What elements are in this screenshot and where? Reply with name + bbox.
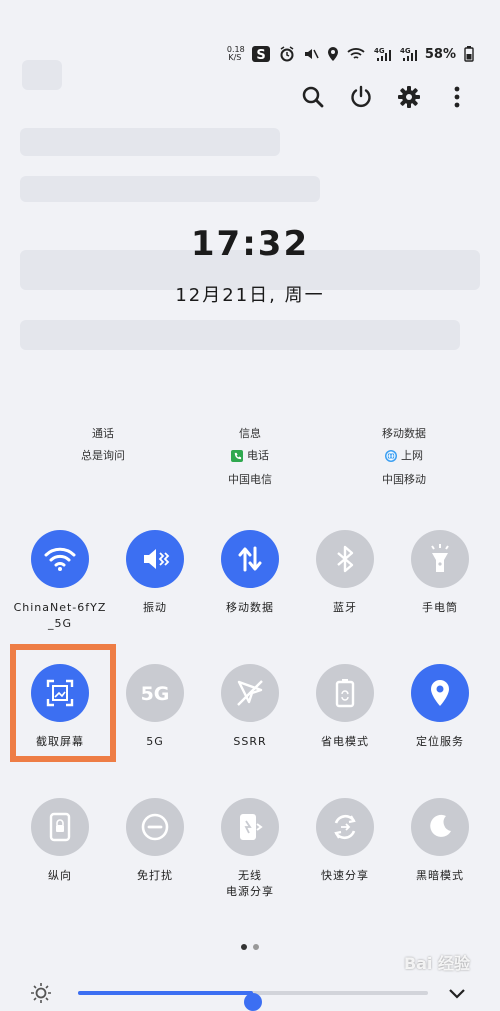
power-button[interactable] <box>348 84 374 110</box>
tile-battery-saver[interactable]: 省电模式 <box>297 664 393 750</box>
tile-ssrr[interactable]: SSRR <box>202 664 298 750</box>
globe-icon <box>385 450 397 462</box>
ssrr-icon <box>237 680 263 706</box>
tile-label: 无线 电源分享 <box>226 869 274 898</box>
tile-location[interactable]: 定位服务 <box>392 664 488 750</box>
tile-label: 移动数据 <box>226 601 274 614</box>
tile-label: 快速分享 <box>321 869 369 882</box>
tile-mobile-data[interactable]: 移动数据 <box>202 530 298 616</box>
bluetooth-toggle[interactable] <box>316 530 374 588</box>
clock-time: 17:32 <box>190 224 310 264</box>
dark-mode-toggle[interactable] <box>411 798 469 856</box>
highlight-frame <box>10 644 116 762</box>
tile-dnd[interactable]: 免打扰 <box>107 798 203 884</box>
tile-vibrate[interactable]: 振动 <box>107 530 203 616</box>
svg-text:5G: 5G <box>141 683 170 705</box>
tile-wifi[interactable]: ChinaNet-6fYZ_5G <box>12 530 108 632</box>
settings-button[interactable] <box>396 84 422 110</box>
mute-icon <box>303 46 319 62</box>
search-button[interactable] <box>300 84 326 110</box>
mobile-data-sim-info[interactable]: 移动数据 上网 中国移动 <box>334 423 474 491</box>
wifi-icon <box>347 47 365 61</box>
status-bar: 0.18 K/S S 4G 4G 58% <box>227 42 474 66</box>
brightness-slider[interactable] <box>78 991 428 1011</box>
brightness-control <box>28 982 478 1011</box>
more-vertical-icon <box>454 86 460 108</box>
location-toggle[interactable] <box>411 664 469 722</box>
clock-date: 12月21日, 周一 <box>175 285 325 306</box>
data-arrows-icon <box>238 546 262 572</box>
phone-icon <box>231 450 243 462</box>
flashlight-toggle[interactable] <box>411 530 469 588</box>
tile-dark-mode[interactable]: 黑暗模式 <box>392 798 488 884</box>
5g-icon: 5G <box>141 683 170 705</box>
messages-sim-info[interactable]: 信息 电话 中国电信 <box>180 423 320 491</box>
tile-label: 纵向 <box>48 869 72 882</box>
tile-label: ChinaNet-6fYZ_5G <box>13 601 107 630</box>
wifi-icon <box>44 547 76 571</box>
battery-saver-toggle[interactable] <box>316 664 374 722</box>
flashlight-icon <box>431 544 449 572</box>
vibrate-icon <box>144 549 170 569</box>
ssrr-toggle[interactable] <box>221 664 279 722</box>
svg-text:S: S <box>256 48 265 63</box>
sim-info: 通话 总是询问 信息 电话 中国电信 移动数据 上网 中国移动 <box>0 423 500 493</box>
app-s-icon: S <box>251 45 271 63</box>
portrait-lock-icon <box>49 812 71 842</box>
tile-quick-share[interactable]: 快速分享 <box>297 798 393 884</box>
dnd-icon <box>141 813 169 841</box>
power-icon <box>351 85 371 108</box>
tile-label: 省电模式 <box>321 735 369 748</box>
page-dot[interactable] <box>241 944 247 950</box>
tile-label: 定位服务 <box>416 735 464 748</box>
call-sim-info[interactable]: 通话 总是询问 <box>33 423 173 467</box>
wifi-toggle[interactable] <box>31 530 89 588</box>
watermark: Bai 经验 <box>403 954 470 973</box>
battery-icon <box>464 46 474 62</box>
panel-actions <box>300 84 470 110</box>
tile-bluetooth[interactable]: 蓝牙 <box>297 530 393 616</box>
tile-flashlight[interactable]: 手电筒 <box>392 530 488 616</box>
dark-mode-icon <box>430 814 451 837</box>
location-pin-icon <box>431 680 449 706</box>
signal-4g-icon: 4G <box>373 46 391 62</box>
5g-toggle[interactable]: 5G <box>126 664 184 722</box>
tile-label: SSRR <box>233 735 267 748</box>
tile-label: 免打扰 <box>137 869 173 882</box>
dnd-toggle[interactable] <box>126 798 184 856</box>
battery-saver-icon <box>335 679 355 708</box>
gear-icon <box>398 86 420 108</box>
battery-percent: 58% <box>424 46 456 62</box>
vibrate-toggle[interactable] <box>126 530 184 588</box>
tile-wireless-powershare[interactable]: 无线 电源分享 <box>202 798 298 900</box>
portrait-toggle[interactable] <box>31 798 89 856</box>
tile-portrait[interactable]: 纵向 <box>12 798 108 884</box>
mobile-data-toggle[interactable] <box>221 530 279 588</box>
bluetooth-icon <box>337 545 354 573</box>
tile-label: 5G <box>146 735 164 748</box>
net-speed: 0.18 K/S <box>226 45 245 62</box>
tile-label: 振动 <box>143 601 167 614</box>
quick-share-icon <box>334 814 356 840</box>
wireless-powershare-toggle[interactable] <box>221 798 279 856</box>
tile-label: 黑暗模式 <box>416 869 464 882</box>
tile-5g[interactable]: 5G 5G <box>107 664 203 750</box>
tile-label: 手电筒 <box>422 601 458 614</box>
tile-label: 蓝牙 <box>333 601 357 614</box>
signal-4g-icon: 4G <box>399 46 417 62</box>
wireless-powershare-icon <box>240 814 263 840</box>
brightness-thumb[interactable] <box>244 993 262 1011</box>
more-button[interactable] <box>444 84 470 110</box>
chevron-down-icon[interactable] <box>448 988 466 1000</box>
svg-text:4G: 4G <box>374 47 385 55</box>
alarm-icon <box>279 46 295 62</box>
quick-share-toggle[interactable] <box>316 798 374 856</box>
search-icon <box>302 86 324 108</box>
page-dot[interactable] <box>253 944 259 950</box>
brightness-fill <box>78 991 253 995</box>
svg-text:4G: 4G <box>400 47 411 55</box>
location-icon <box>327 46 339 62</box>
